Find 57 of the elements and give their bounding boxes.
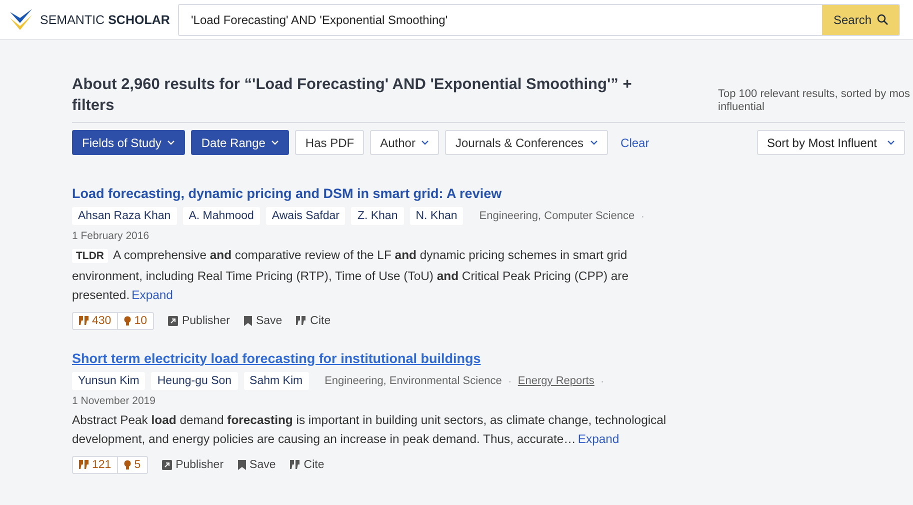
quote-icon [79, 460, 89, 469]
results-heading: About 2,960 results for “'Load Forecasting' AND 'Exponential Smoothing'” + filters [72, 75, 633, 116]
separator-dot: · [508, 374, 512, 388]
author-chip[interactable]: A. Mahmood [182, 207, 260, 225]
bookmark-icon [244, 316, 252, 326]
abstract-text: Abstract Peak load demand forecasting is important in building unit sectors, as climate change, technological development, and energy policies are causing an increase in peak demand. Thus, accurate… Expand [72, 412, 668, 448]
expand-link[interactable]: Expand [578, 432, 620, 446]
action-link[interactable]: Save [244, 314, 282, 326]
paper-title[interactable]: Short term electricity load forecasting for institutional buildings [72, 350, 481, 366]
bookmark-icon [238, 460, 246, 470]
brand-name: SEMANTIC SCHOLAR [40, 12, 170, 26]
separator-dot: · [640, 209, 645, 223]
fields-of-study: Engineering, Environmental Science [324, 374, 502, 386]
venue-link[interactable]: Energy Reports [518, 374, 594, 386]
chevron-down-icon [887, 140, 895, 145]
search-button[interactable]: Search [822, 4, 899, 34]
action-link[interactable]: Publisher [168, 314, 230, 326]
lightbulb-icon [124, 316, 132, 326]
author-chip[interactable]: N. Khan [410, 207, 464, 225]
logo-icon [8, 8, 34, 32]
paper-title[interactable]: Load forecasting, dynamic pricing and DSM in smart grid: A review [72, 186, 502, 201]
author-chip[interactable]: Awais Safdar [266, 207, 346, 225]
abstract-text: TLDR A comprehensive and comparative review of the LF and dynamic pricing schemes in smart grid environment, including Real Time Pricing (RTP), Time of Use (ToU) and Critical Peak Pricing (CPP) are presented. Expand [72, 247, 630, 304]
action-link[interactable]: Publisher [162, 458, 224, 470]
lightbulb-icon [124, 460, 132, 470]
expand-link[interactable]: Expand [132, 288, 173, 302]
author-chip[interactable]: Heung-gu Son [151, 372, 238, 390]
quote-icon [290, 460, 300, 469]
filter-button[interactable]: Fields of Study [72, 130, 186, 155]
action-link[interactable]: Save [238, 458, 276, 470]
influential-count[interactable]: 5 [117, 456, 147, 472]
influential-count[interactable]: 10 [117, 312, 153, 328]
author-chip[interactable]: Z. Khan [351, 207, 404, 225]
citation-count[interactable]: 121 [73, 456, 118, 472]
publication-date: 1 November 2019 [72, 394, 156, 406]
author-chip[interactable]: Sahm Kim [244, 372, 309, 390]
sort-select[interactable]: Sort by Most Influent [756, 130, 905, 155]
filter-button[interactable]: Author [370, 130, 440, 155]
publication-date: 1 February 2016 [72, 230, 150, 242]
quote-icon [79, 316, 89, 325]
separator-dot: · [600, 374, 604, 388]
sort-note: Top 100 relevant results, sorted by mos influential [718, 88, 911, 115]
author-chip[interactable]: Yunsun Kim [72, 372, 146, 390]
action-link[interactable]: Cite [296, 314, 331, 326]
search-field[interactable]: 'Load Forecasting' AND 'Exponential Smoothing' Search [178, 4, 900, 36]
external-link-icon [168, 316, 178, 326]
external-link-icon [162, 460, 172, 470]
search-icon [876, 14, 888, 25]
quote-icon [296, 316, 306, 325]
citation-count[interactable]: 430 [73, 312, 118, 328]
clear-link[interactable]: Clear [620, 136, 650, 150]
filter-button[interactable]: Date Range [191, 130, 290, 155]
action-link[interactable]: Cite [290, 458, 324, 470]
author-chip[interactable]: Ahsan Raza Khan [72, 207, 177, 225]
filter-button[interactable]: Has PDF [295, 130, 364, 155]
filter-button[interactable]: Journals & Conferences [445, 130, 608, 155]
fields-of-study: Engineering, Computer Science [479, 210, 635, 222]
